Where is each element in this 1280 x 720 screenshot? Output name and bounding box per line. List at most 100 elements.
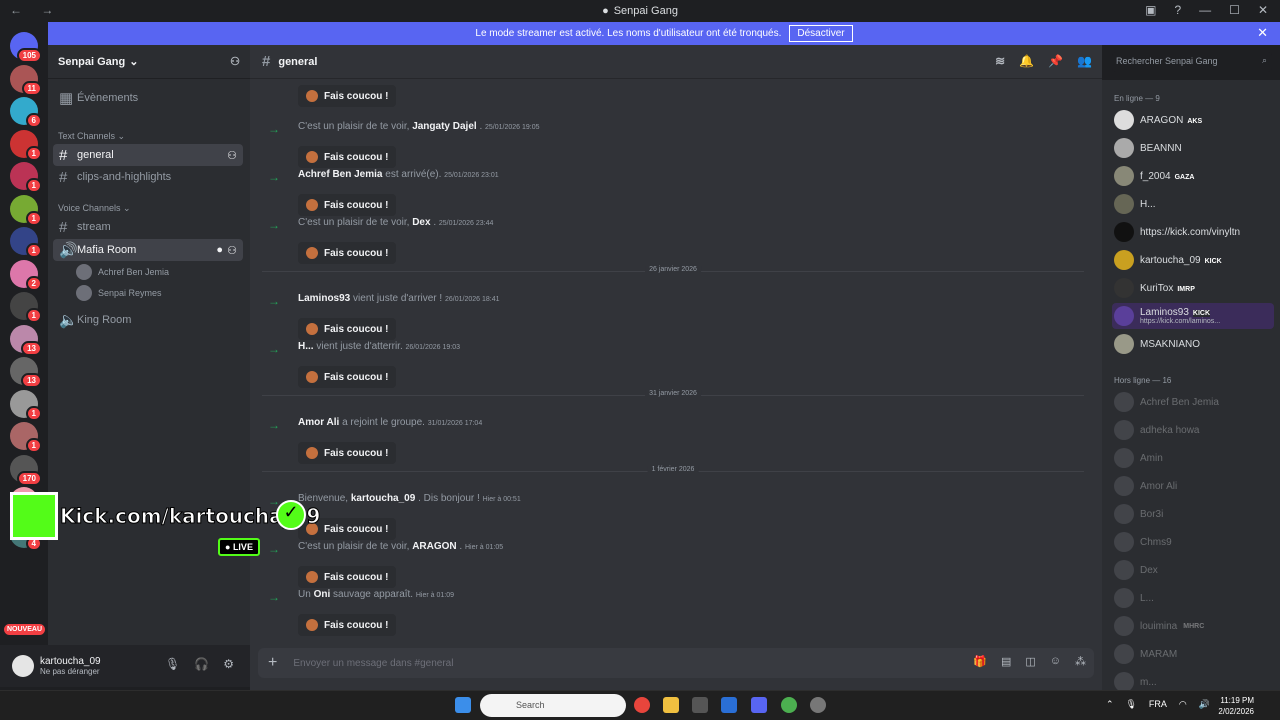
server-icon[interactable]: 13 <box>10 357 42 388</box>
server-icon[interactable]: 1 <box>10 129 42 161</box>
chrome-icon[interactable] <box>634 697 650 713</box>
member-item[interactable]: Dex <box>1114 559 1274 581</box>
wifi-icon[interactable]: ◠ <box>1179 699 1187 710</box>
voice-user[interactable]: Achref Ben Jemia <box>76 264 169 280</box>
wave-button[interactable]: Fais coucou ! <box>298 442 397 464</box>
voice-channel-king[interactable]: 🔈 King Room <box>53 309 243 331</box>
server-icon[interactable]: 1 <box>10 422 42 453</box>
member-item[interactable]: ARAGON AKS <box>1114 109 1274 131</box>
text-category[interactable]: Text Channels ⌄ <box>58 131 125 142</box>
emoji-icon[interactable]: ☺ <box>1050 655 1061 668</box>
wave-button[interactable]: Fais coucou ! <box>298 242 397 264</box>
message-username[interactable]: ARAGON <box>412 541 456 552</box>
gif-icon[interactable]: ▤ <box>1001 655 1011 668</box>
member-item[interactable]: kartoucha_09 KICK <box>1114 249 1274 271</box>
wave-button[interactable]: Fais coucou ! <box>298 614 397 636</box>
channel-stream[interactable]: # stream <box>53 216 243 238</box>
wave-button[interactable]: Fais coucou ! <box>298 566 397 588</box>
folder-icon[interactable] <box>663 697 679 713</box>
wave-button[interactable]: Fais coucou ! <box>298 194 397 216</box>
search-input[interactable]: Rechercher Senpai Gang ⌕ <box>1112 52 1272 72</box>
member-item[interactable]: Achref Ben Jemia <box>1114 391 1274 413</box>
member-item[interactable]: Amor Ali <box>1114 475 1274 497</box>
headphones-icon[interactable]: 🎧 <box>194 657 209 671</box>
microphone-icon[interactable]: 🎙 <box>165 657 180 671</box>
server-icon[interactable]: 13 <box>10 324 42 356</box>
pin-icon[interactable]: 📌 <box>1048 54 1063 68</box>
disable-streamer-button[interactable]: Désactiver <box>789 25 853 42</box>
apps-icon[interactable]: ⁂ <box>1075 655 1086 668</box>
member-item[interactable]: KuriTox IMRP <box>1114 277 1274 299</box>
wave-button[interactable]: Fais coucou ! <box>298 85 397 107</box>
bell-icon[interactable]: 🔔 <box>1019 54 1034 68</box>
sticker-icon[interactable]: ◫ <box>1025 655 1035 668</box>
wave-button[interactable]: Fais coucou ! <box>298 366 397 388</box>
chevron-up-icon[interactable]: ⌃ <box>1106 699 1114 710</box>
invite-icon[interactable]: ⚇ <box>230 55 240 68</box>
chrome-profile-icon[interactable] <box>781 697 797 713</box>
member-item[interactable]: louimina MHRC <box>1114 615 1274 637</box>
mail-icon[interactable] <box>721 697 737 713</box>
member-item[interactable]: MSAKNIANO <box>1114 333 1274 355</box>
server-icon[interactable]: 105 <box>10 32 42 63</box>
app-icon[interactable] <box>810 697 826 713</box>
store-icon[interactable] <box>692 697 708 713</box>
server-icon[interactable]: 1 <box>10 292 42 323</box>
voice-channel-mafia[interactable]: 🔊 Mafia Room ● ⚇ <box>53 239 243 261</box>
close-banner-icon[interactable]: ✕ <box>1257 25 1268 41</box>
threads-icon[interactable]: ≋ <box>995 54 1005 68</box>
start-icon[interactable] <box>455 697 471 713</box>
taskbar-search[interactable]: Search <box>480 694 626 717</box>
help-icon[interactable]: ? <box>1174 3 1181 17</box>
server-icon[interactable]: 1 <box>10 194 42 226</box>
discord-icon[interactable] <box>751 697 767 713</box>
language-indicator[interactable]: FRA <box>1149 699 1167 710</box>
member-item[interactable]: L... <box>1114 587 1274 609</box>
server-icon[interactable]: 1 <box>10 227 42 258</box>
message-username[interactable]: Laminos93 <box>298 293 350 304</box>
member-item[interactable]: Amin <box>1114 447 1274 469</box>
server-icon[interactable]: 6 <box>10 97 42 128</box>
message-input[interactable]: Envoyer un message dans #general <box>293 658 453 669</box>
clock[interactable]: 11:19 PM 2/02/2026 <box>1218 695 1254 717</box>
member-item[interactable]: https://kick.com/vinyltn <box>1114 221 1274 243</box>
microphone-icon[interactable]: 🎙 <box>1125 699 1136 710</box>
member-list-icon[interactable]: 👥 <box>1077 54 1092 68</box>
inbox-icon[interactable]: ▣ <box>1145 3 1156 17</box>
wave-button[interactable]: Fais coucou ! <box>298 318 397 340</box>
message-username[interactable]: Dex <box>412 217 430 228</box>
channel-clips[interactable]: # clips-and-highlights <box>53 166 243 188</box>
message-username[interactable]: H... <box>298 341 314 352</box>
server-icon[interactable]: 1 <box>10 389 42 421</box>
server-icon[interactable]: 170 <box>10 454 42 486</box>
server-icon[interactable]: 11 <box>10 64 42 96</box>
message-username[interactable]: Achref Ben Jemia <box>298 169 382 180</box>
close-button[interactable]: ✕ <box>1258 3 1268 17</box>
server-header[interactable]: Senpai Gang ⌄ ⚇ <box>48 45 250 79</box>
wave-button[interactable]: Fais coucou ! <box>298 146 397 168</box>
server-icon[interactable]: 1 <box>10 162 42 193</box>
plus-icon[interactable]: + <box>268 654 277 672</box>
voice-category[interactable]: Voice Channels ⌄ <box>58 203 131 214</box>
server-icon[interactable]: 2 <box>10 259 42 291</box>
gift-icon[interactable]: 🎁 <box>973 655 987 668</box>
add-member-icon[interactable]: ⚇ <box>227 244 237 257</box>
channel-general[interactable]: # general ⚇ <box>53 144 243 166</box>
voice-user[interactable]: Senpai Reymes <box>76 285 162 301</box>
back-forward-icon[interactable]: ← → <box>10 3 61 17</box>
gear-icon[interactable]: ⚙ <box>223 657 234 671</box>
chat-icon[interactable]: ● <box>216 244 223 256</box>
member-item[interactable]: BEANNN <box>1114 137 1274 159</box>
member-item[interactable]: Bor3i <box>1114 503 1274 525</box>
events-item[interactable]: ▦ Évènements <box>53 87 243 109</box>
message-username[interactable]: Jangaty Dajel <box>412 121 476 132</box>
message-username[interactable]: Amor Ali <box>298 417 339 428</box>
volume-icon[interactable]: 🔊 <box>1199 699 1210 710</box>
maximize-button[interactable]: ☐ <box>1229 3 1240 17</box>
minimize-button[interactable]: — <box>1199 3 1211 17</box>
avatar[interactable] <box>12 655 34 677</box>
message-username[interactable]: kartoucha_09 <box>351 493 415 504</box>
message-username[interactable]: Oni <box>314 589 331 600</box>
member-item[interactable]: MARAM <box>1114 643 1274 665</box>
add-member-icon[interactable]: ⚇ <box>227 149 237 162</box>
